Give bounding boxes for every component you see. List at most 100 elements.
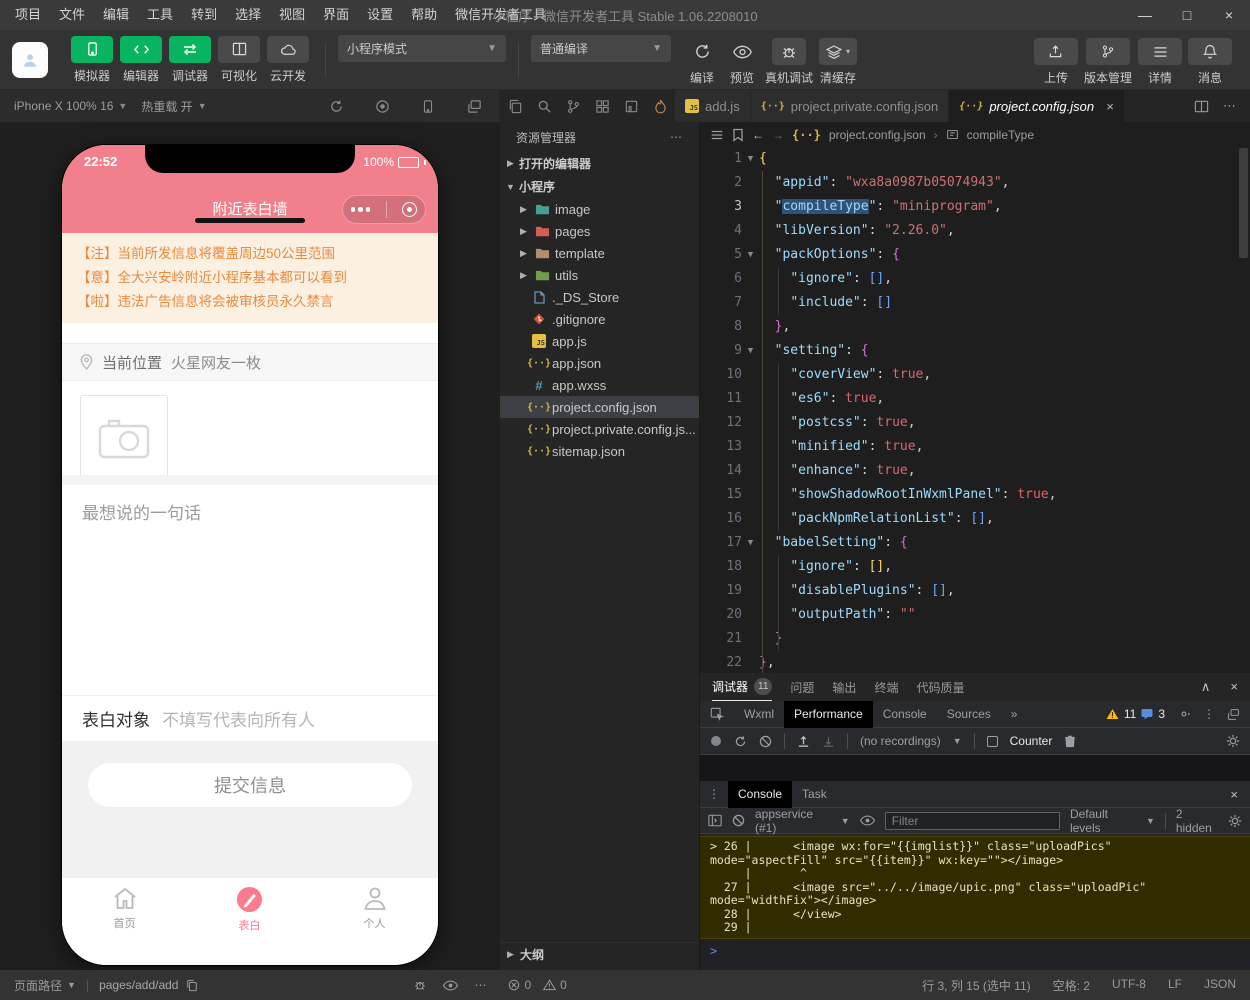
devtools-tab-Sources[interactable]: Sources	[937, 701, 1001, 728]
status-item[interactable]: JSON	[1204, 977, 1236, 994]
action-清缓存[interactable]: ▾清缓存	[819, 38, 857, 86]
devtools-tab-Console[interactable]: Console	[873, 701, 937, 728]
errors-icon[interactable]	[508, 979, 520, 991]
search-icon[interactable]	[533, 95, 555, 117]
extensions-icon[interactable]	[591, 95, 613, 117]
reload-record-icon[interactable]	[734, 735, 747, 748]
action-真机调试[interactable]: 真机调试	[765, 38, 813, 86]
fold-icon[interactable]: ▼	[742, 531, 759, 555]
hot-reload-toggle[interactable]: 热重载 开	[141, 98, 192, 115]
warning-count-sb[interactable]: 0	[560, 978, 567, 992]
tab-project.config.json[interactable]: {··}project.config.json×	[949, 90, 1124, 122]
save-profile-icon[interactable]	[822, 735, 835, 748]
devtools-settings-icon[interactable]	[1177, 707, 1191, 721]
menu-项目[interactable]: 项目	[6, 0, 50, 30]
nav-back-icon[interactable]: ←	[752, 128, 764, 142]
tree-item-app.js[interactable]: JSapp.js	[500, 330, 699, 352]
drawer-menu-icon[interactable]: ⋮	[700, 787, 728, 801]
menu-界面[interactable]: 界面	[314, 0, 358, 30]
undock-icon[interactable]	[1227, 708, 1240, 721]
multi-window-icon[interactable]	[463, 95, 485, 117]
tool-模拟器[interactable]: 模拟器	[68, 36, 116, 84]
warnings-icon[interactable]	[543, 979, 556, 991]
console-settings-icon[interactable]	[1228, 814, 1242, 828]
phone-frame-icon[interactable]	[417, 95, 439, 117]
tab-close-icon[interactable]: ×	[1106, 99, 1114, 114]
phone-tab-表白[interactable]: 表白	[187, 886, 312, 933]
statusbar-eye-icon[interactable]	[443, 980, 458, 991]
tool-可视化[interactable]: 可视化	[215, 36, 263, 84]
upload-photo-button[interactable]	[80, 395, 168, 481]
section-open-editors[interactable]: ▶打开的编辑器	[500, 152, 699, 175]
clear-icon[interactable]	[759, 735, 772, 748]
tree-item-image[interactable]: ▶image	[500, 198, 699, 220]
fold-icon[interactable]: ▼	[742, 339, 759, 363]
tree-item-utils[interactable]: ▶utils	[500, 264, 699, 286]
menu-文件[interactable]: 文件	[50, 0, 94, 30]
compile-mode-select[interactable]: 普通编译▼	[531, 35, 671, 62]
record-button[interactable]	[710, 735, 722, 747]
statusbar-more-icon[interactable]: ⋯	[474, 978, 486, 992]
tool-调试器[interactable]: 调试器	[166, 36, 214, 84]
perf-settings-icon[interactable]	[1226, 734, 1240, 748]
phone-tab-首页[interactable]: 首页	[62, 886, 187, 931]
tree-item-app.json[interactable]: {··}app.json	[500, 352, 699, 374]
code-area[interactable]: 1▼{2 "appid": "wxa8a0987b05074943",3 "co…	[700, 147, 1250, 675]
menu-转到[interactable]: 转到	[182, 0, 226, 30]
outline-list-icon[interactable]	[710, 128, 724, 142]
breadcrumb-symbol[interactable]: compileType	[967, 128, 1034, 142]
more-icon[interactable]	[351, 207, 371, 212]
inspect-icon[interactable]	[700, 701, 734, 728]
trash-icon[interactable]	[1064, 735, 1076, 748]
git-icon[interactable]	[562, 95, 584, 117]
filter-input[interactable]	[885, 812, 1060, 830]
miniprogram-mode-select[interactable]: 小程序模式▼	[338, 35, 506, 62]
devtools-tab-»[interactable]: »	[1001, 701, 1028, 728]
statusbar-bug-icon[interactable]	[413, 978, 427, 992]
panel-collapse-icon[interactable]: ∧	[1201, 679, 1211, 695]
devtools-menu-icon[interactable]: ⋮	[1203, 707, 1215, 721]
record-icon[interactable]	[371, 95, 393, 117]
panel-tab-代码质量[interactable]: 代码质量	[916, 673, 964, 701]
tree-item-app.wxss[interactable]: #app.wxss	[500, 374, 699, 396]
menu-选择[interactable]: 选择	[226, 0, 270, 30]
fold-icon[interactable]: ▼	[742, 243, 759, 267]
device-select[interactable]: iPhone X 100% 16	[14, 99, 113, 113]
submit-button[interactable]: 提交信息	[88, 763, 412, 807]
menu-编辑[interactable]: 编辑	[94, 0, 138, 30]
split-editor-icon[interactable]	[1194, 99, 1209, 114]
drawer-tab-Task[interactable]: Task	[792, 781, 837, 808]
hidden-count[interactable]: 2 hidden	[1176, 807, 1218, 835]
counter-checkbox[interactable]	[987, 736, 998, 747]
menu-帮助[interactable]: 帮助	[402, 0, 446, 30]
status-item[interactable]: UTF-8	[1112, 977, 1146, 994]
tab-project.private.config.json[interactable]: {··}project.private.config.json	[751, 90, 950, 122]
nav-forward-icon[interactable]: →	[772, 128, 784, 142]
panel-tab-终端[interactable]: 终端	[874, 673, 898, 701]
panel-tab-问题[interactable]: 问题	[790, 673, 814, 701]
drawer-tab-Console[interactable]: Console	[728, 781, 792, 808]
action-编译[interactable]: 编译	[685, 38, 719, 86]
code-editor[interactable]: ← → {··} project.config.json › compileTy…	[700, 122, 1250, 673]
menu-工具[interactable]: 工具	[138, 0, 182, 30]
tool-云开发[interactable]: 云开发	[264, 36, 312, 84]
panel-tab-调试器[interactable]: 调试器11	[712, 673, 772, 701]
refresh-icon[interactable]	[325, 95, 347, 117]
explorer-more-icon[interactable]: ⋯	[670, 130, 683, 144]
status-item[interactable]: 空格: 2	[1053, 977, 1090, 994]
exit-target-icon[interactable]	[402, 202, 417, 217]
tab-add.js[interactable]: JSadd.js	[675, 90, 751, 122]
bookmark-icon[interactable]	[732, 128, 744, 142]
tab-more-icon[interactable]: ⋯	[1223, 98, 1236, 114]
action-预览[interactable]: 预览	[725, 38, 759, 86]
devtools-tab-Performance[interactable]: Performance	[784, 701, 873, 728]
console-sidebar-icon[interactable]	[708, 814, 722, 827]
npm-icon[interactable]	[620, 95, 642, 117]
maximize-icon[interactable]: □	[1166, 0, 1208, 30]
minimize-icon[interactable]: —	[1124, 0, 1166, 30]
tool-编辑器[interactable]: 编辑器	[117, 36, 165, 84]
section-miniprogram[interactable]: ▼小程序	[500, 175, 699, 198]
close-icon[interactable]: ×	[1208, 0, 1250, 30]
action-消息[interactable]: 消息	[1188, 38, 1232, 86]
files-icon[interactable]	[504, 95, 526, 117]
